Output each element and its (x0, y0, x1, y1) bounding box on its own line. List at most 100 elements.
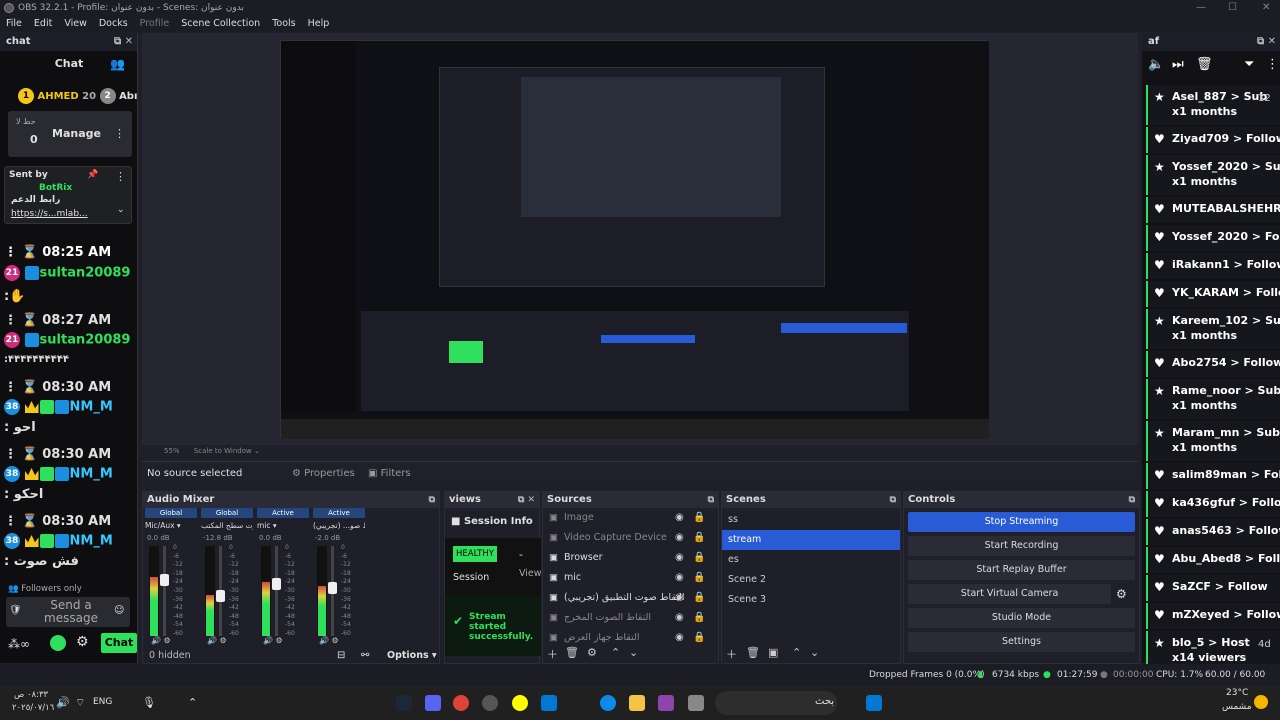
menu-help[interactable]: Help (302, 16, 336, 32)
volume-tray-icon[interactable]: 🔊 (56, 696, 70, 709)
lock-icon[interactable]: 🔒 (693, 528, 705, 548)
start-recording-button[interactable]: Start Recording (908, 536, 1135, 556)
scale-mode[interactable]: Scale to Window (194, 447, 252, 455)
remove-scene-icon[interactable]: 🗑 (746, 646, 760, 659)
preview-canvas[interactable] (280, 40, 989, 439)
source-item[interactable]: ▣ Browser ◉ 🔒 (543, 548, 718, 568)
edge-icon[interactable] (600, 695, 616, 711)
chat-input[interactable]: 🛡 Send a message ☺ (6, 597, 130, 627)
lock-icon[interactable]: 🔒 (693, 508, 705, 528)
chevron-down-icon[interactable]: ⌄ (117, 205, 125, 215)
scene-item[interactable]: es (722, 550, 900, 570)
controls-undock-icon[interactable]: ⧉ (1129, 492, 1135, 508)
channel-controls[interactable]: 🔊 ⚙ (319, 636, 339, 645)
channel-name[interactable]: mic ▾ (257, 520, 309, 532)
app-icon[interactable] (658, 695, 674, 711)
manage-label[interactable]: Manage (52, 127, 101, 140)
volume-slider-knob[interactable] (328, 582, 337, 594)
dock-buttons[interactable]: ⧉ ✕ (114, 33, 133, 51)
sources-undock-icon[interactable]: ⧉ (708, 492, 714, 508)
studio-mode-button[interactable]: Studio Mode (908, 608, 1135, 628)
visibility-eye-icon[interactable]: ◉ (675, 588, 684, 608)
scene-item[interactable]: ss (722, 510, 900, 530)
clock-date[interactable]: ٢٠٢٥/٠٧/١٦ (12, 703, 54, 713)
lock-icon[interactable]: 🔒 (693, 588, 705, 608)
move-up-icon[interactable]: ⌃ (611, 646, 620, 659)
volume-slider-knob[interactable] (272, 578, 281, 590)
mic-tray-icon[interactable]: 🎙 (142, 696, 156, 709)
skip-icon[interactable]: ⏭ (1172, 57, 1184, 72)
start-virtual-camera-button[interactable]: Start Virtual Camera (908, 584, 1111, 604)
alerts-dock-buttons[interactable]: ⧉ ✕ (1257, 33, 1276, 51)
scene-up-icon[interactable]: ⌃ (792, 646, 801, 659)
menu-scene-collection[interactable]: Scene Collection (175, 16, 266, 32)
lock-icon[interactable]: 🔒 (693, 568, 705, 588)
zoom-level[interactable]: 55% (164, 447, 180, 455)
chat-send-button[interactable]: Chat (101, 633, 137, 653)
more-icon[interactable]: ⋮ (114, 127, 125, 140)
filters-button[interactable]: ▣ Filters (368, 468, 411, 479)
scene-item[interactable]: stream (722, 530, 900, 550)
volume-icon[interactable]: 🔈 (1148, 57, 1164, 72)
stop-streaming-button[interactable]: Stop Streaming (908, 512, 1135, 532)
scene-down-icon[interactable]: ⌄ (810, 646, 819, 659)
layout-icon[interactable]: ⊟ (337, 650, 345, 661)
lock-icon[interactable]: 🔒 (693, 548, 705, 568)
menu-view[interactable]: View (58, 16, 93, 32)
menu-tools[interactable]: Tools (266, 16, 301, 32)
scenes-undock-icon[interactable]: ⧉ (890, 492, 896, 508)
source-item[interactable]: ▣ mic ◉ 🔒 (543, 568, 718, 588)
visibility-eye-icon[interactable]: ◉ (675, 528, 684, 548)
virtual-camera-gear-icon[interactable]: ⚙ (1116, 587, 1127, 601)
menu-docks[interactable]: Docks (93, 16, 134, 32)
menu-edit[interactable]: Edit (28, 16, 58, 32)
maximize-icon[interactable]: ☐ (1228, 0, 1237, 16)
visibility-eye-icon[interactable]: ◉ (675, 628, 684, 648)
source-item[interactable]: ▣ التقاط صوت التطبيق (تجريبي) ◉ 🔒 (543, 588, 718, 608)
mail-icon[interactable] (541, 695, 557, 711)
weather-text[interactable]: مشمس (1222, 702, 1252, 712)
kick-icon[interactable] (50, 635, 66, 651)
start-replay-buffer-button[interactable]: Start Replay Buffer (908, 560, 1135, 580)
filter-icon[interactable]: ⏷ (1244, 57, 1254, 72)
language-indicator[interactable]: ENG (93, 697, 112, 707)
remove-source-icon[interactable]: 🗑 (565, 646, 579, 659)
menu-file[interactable]: File (0, 16, 28, 32)
alerts-more-icon[interactable]: ⋮ (1266, 57, 1279, 72)
volume-slider-knob[interactable] (160, 574, 169, 586)
snapchat-icon[interactable] (512, 695, 528, 711)
channel-name[interactable]: صوت سطح المكتب ▾ (201, 520, 253, 532)
link-icon[interactable]: ⚯ (361, 650, 369, 661)
lock-icon[interactable]: 🔒 (693, 608, 705, 628)
pinned-more-icon[interactable]: ⋮ (115, 170, 126, 183)
pinned-link[interactable]: https://s...mlab... (11, 209, 88, 219)
temperature[interactable]: 23°C (1226, 688, 1248, 698)
visibility-eye-icon[interactable]: ◉ (675, 568, 684, 588)
app2-icon[interactable] (688, 695, 704, 711)
settings-button[interactable]: Settings (908, 632, 1135, 652)
add-scene-icon[interactable]: ＋ (726, 646, 737, 662)
trash-icon[interactable]: 🗑 (1196, 57, 1213, 72)
obs-taskbar-icon[interactable] (482, 695, 498, 711)
source-settings-icon[interactable]: ⚙ (587, 646, 597, 659)
gear-icon[interactable]: ⚙ (76, 634, 89, 650)
lock-icon[interactable]: 🔒 (693, 628, 705, 648)
discord-icon[interactable] (425, 695, 441, 711)
source-item[interactable]: ▣ Video Capture Device ◉ 🔒 (543, 528, 718, 548)
channel-controls[interactable]: 🔊 ⚙ (263, 636, 283, 645)
steam-icon[interactable] (396, 695, 412, 711)
views-undock-icon[interactable]: ⧉ ✕ (518, 492, 535, 508)
scene-item[interactable]: Scene 3 (722, 590, 900, 610)
source-item[interactable]: ▣ التقاط جهاز العرض ◉ 🔒 (543, 628, 718, 648)
channel-controls[interactable]: 🔊 ⚙ (207, 636, 227, 645)
channel-name[interactable]: Mic/Aux ▾ (145, 520, 197, 532)
pin-icon[interactable]: 📌 (87, 170, 98, 180)
points-icon[interactable]: ⁂∞ (8, 637, 30, 651)
scene-filter-icon[interactable]: ▣ (768, 646, 778, 659)
volume-slider[interactable] (163, 546, 166, 636)
clock-time[interactable]: ٠٨:٣٣ ص (14, 690, 48, 700)
visibility-eye-icon[interactable]: ◉ (675, 608, 684, 628)
visibility-eye-icon[interactable]: ◉ (675, 548, 684, 568)
scene-item[interactable]: Scene 2 (722, 570, 900, 590)
menu-profile[interactable]: Profile (134, 16, 176, 32)
